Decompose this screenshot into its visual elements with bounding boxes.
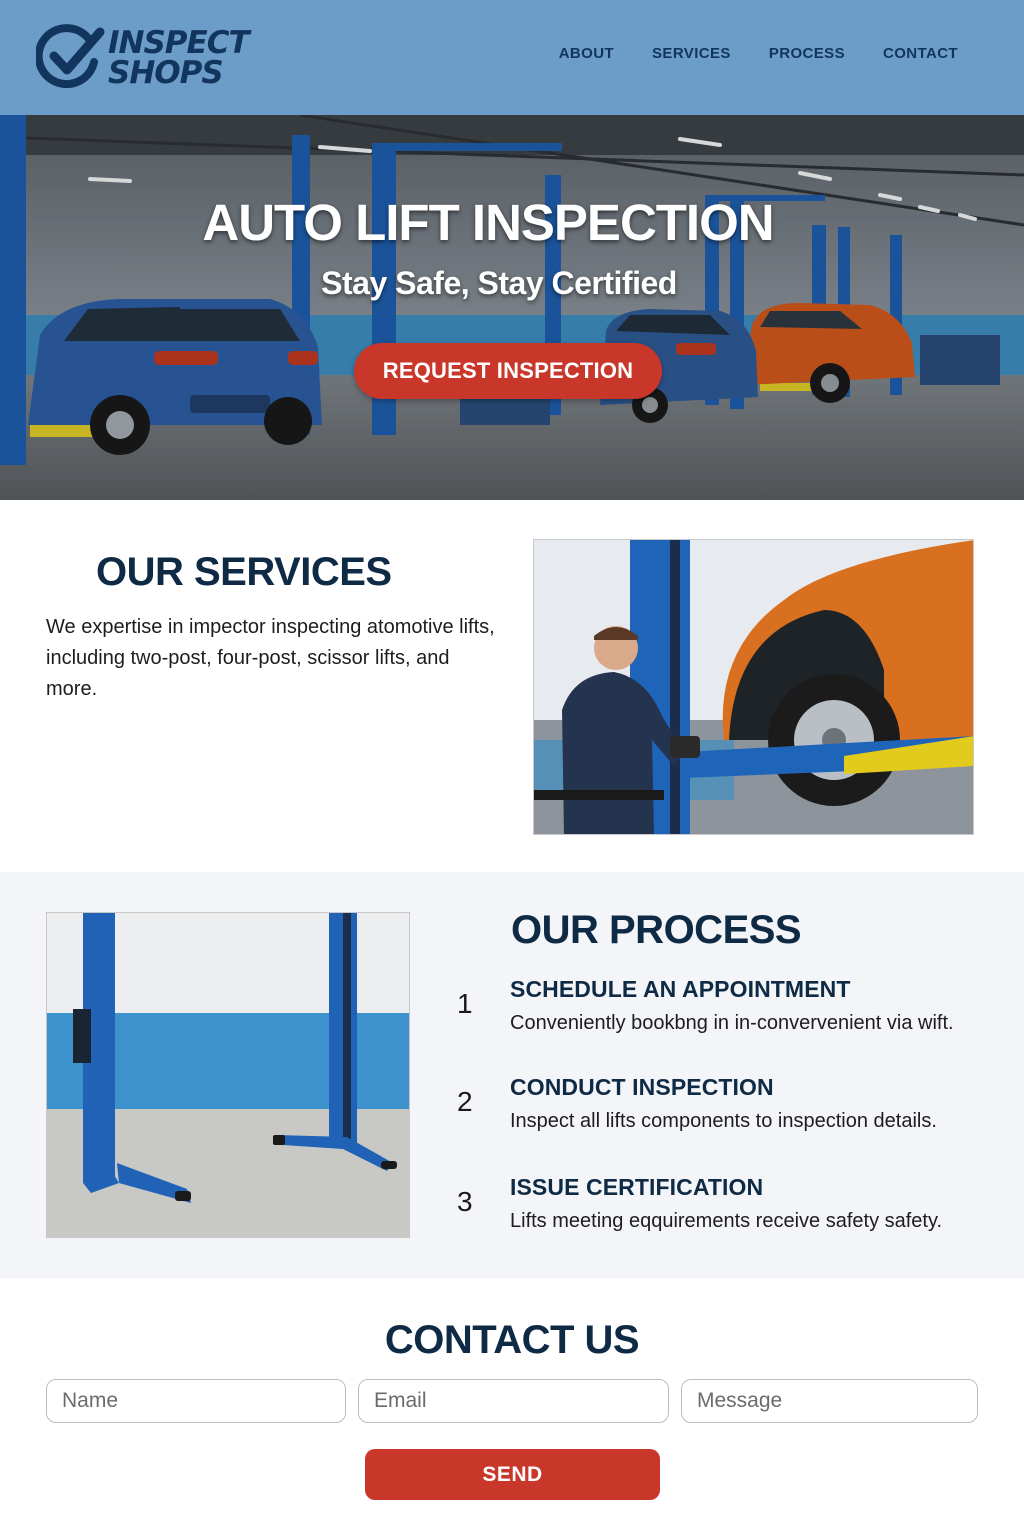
nav-contact[interactable]: CONTACT — [883, 45, 958, 62]
process-step-2: 2 CONDUCT INSPECTION Inspect all lifts c… — [450, 1074, 1010, 1144]
services-description: We expertise in impector inspecting atom… — [46, 616, 495, 700]
brand-name: INSPECT SHOPS — [108, 25, 250, 91]
main-nav: ABOUT SERVICES PROCESS CONTACT — [559, 45, 958, 62]
step-title: ISSUE CERTIFICATION — [510, 1174, 764, 1200]
step-title: SCHEDULE AN APPOINTMENT — [510, 976, 851, 1002]
process-section: OUR PROCESS 1 SCHEDULE AN APPOINTMENT Co… — [0, 872, 1024, 1278]
two-post-lift-image — [46, 912, 410, 1238]
step-number: 3 — [457, 1186, 473, 1217]
lift-scene — [47, 913, 409, 1237]
hero-title: AUTO LIFT INSPECTION — [202, 194, 774, 251]
technician-inspecting-lift-image — [533, 539, 974, 835]
message-input[interactable] — [681, 1379, 978, 1423]
brand-name-line2: SHOPS — [108, 55, 224, 91]
email-input[interactable] — [358, 1379, 669, 1423]
step-description: Conveniently bookbng in in-convervenient… — [510, 1012, 954, 1034]
step-description: Lifts meeting eqquirements receive safet… — [510, 1210, 943, 1232]
step-number: 1 — [457, 988, 473, 1019]
nav-services[interactable]: SERVICES — [652, 45, 731, 62]
hero-section: AUTO LIFT INSPECTION Stay Safe, Stay Cer… — [0, 115, 1024, 500]
process-step-3: 3 ISSUE CERTIFICATION Lifts meeting eqqu… — [450, 1174, 1010, 1244]
send-button[interactable]: SEND — [365, 1449, 660, 1500]
brand-name-line1: INSPECT — [108, 25, 250, 61]
process-title: OUR PROCESS — [511, 908, 802, 952]
checkmark-circle-icon — [36, 24, 105, 89]
garage-hero-image — [0, 115, 1024, 500]
step-number: 2 — [457, 1086, 473, 1117]
process-step-1: 1 SCHEDULE AN APPOINTMENT Conveniently b… — [450, 976, 1010, 1046]
step-description: Inspect all lifts components to inspecti… — [510, 1110, 937, 1132]
services-section: OUR SERVICES We expertise in impector in… — [0, 500, 1024, 872]
brand-logo[interactable]: INSPECT SHOPS — [36, 20, 276, 98]
request-inspection-button[interactable]: REQUEST INSPECTION — [354, 343, 662, 399]
services-title: OUR SERVICES — [96, 550, 392, 594]
nav-process[interactable]: PROCESS — [769, 45, 845, 62]
site-header: INSPECT SHOPS ABOUT SERVICES PROCESS CON… — [0, 0, 1024, 115]
contact-title: CONTACT US — [384, 1318, 640, 1362]
technician-scene — [534, 540, 973, 834]
name-input[interactable] — [46, 1379, 346, 1423]
step-title: CONDUCT INSPECTION — [510, 1074, 774, 1100]
hero-subtitle: Stay Safe, Stay Certified — [321, 265, 677, 301]
nav-about[interactable]: ABOUT — [559, 45, 614, 62]
contact-section: CONTACT US SEND — [0, 1278, 1024, 1536]
